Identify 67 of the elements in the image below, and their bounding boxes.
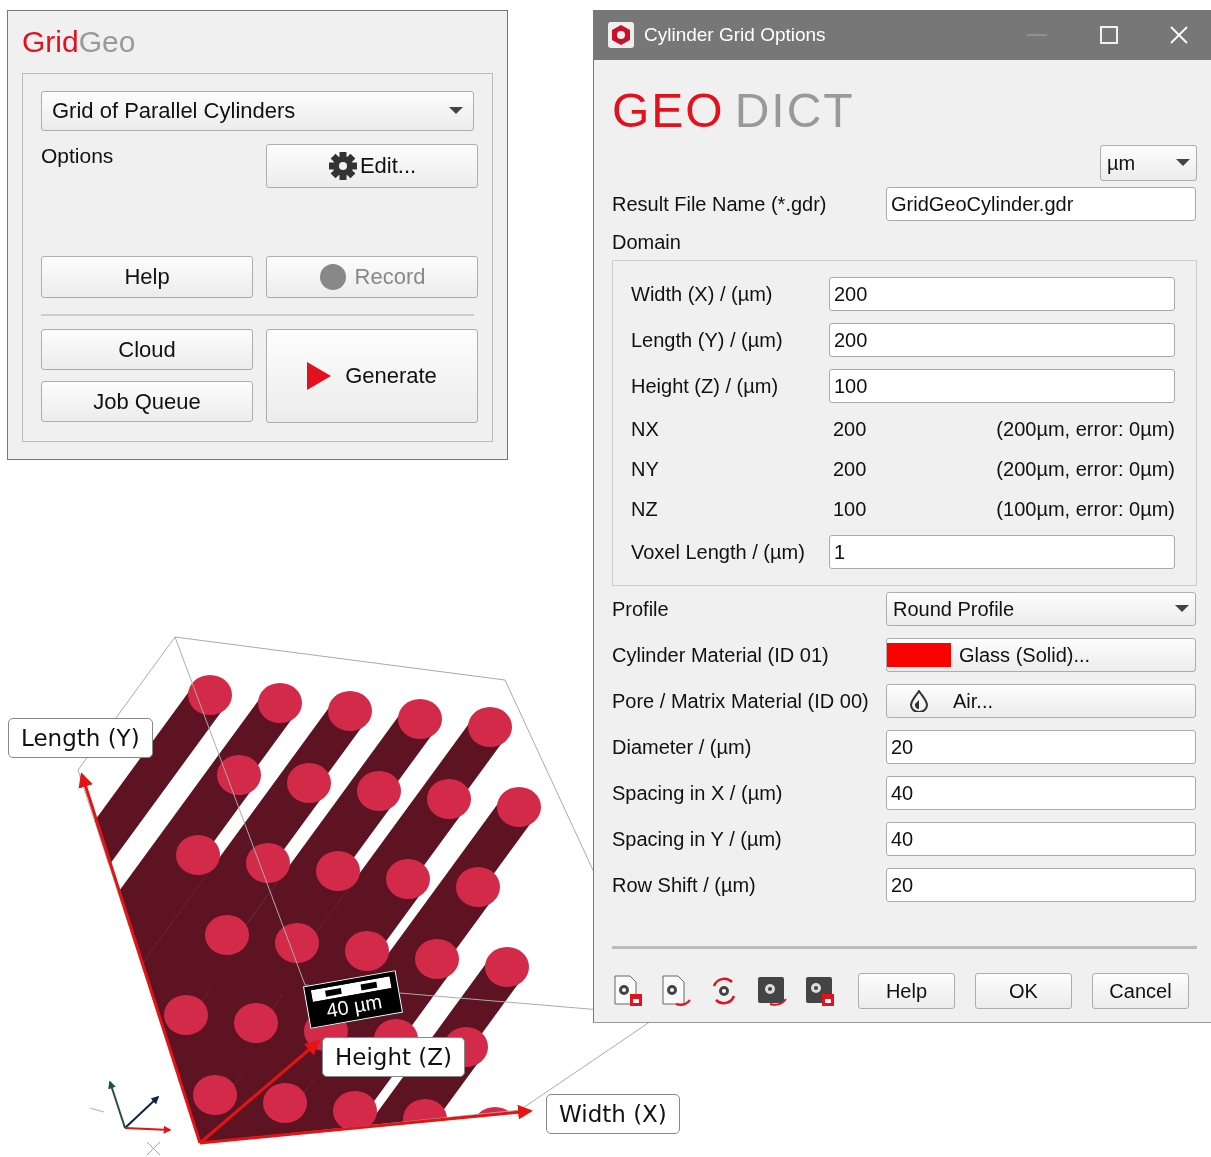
field-label: Diameter / (µm): [612, 735, 753, 759]
readout-value: 200: [832, 417, 868, 441]
maximize-icon[interactable]: [1099, 25, 1119, 45]
input-field[interactable]: 200: [829, 277, 1175, 311]
panel-button[interactable]: Help: [41, 256, 253, 298]
gear-panel-badge-icon[interactable]: [804, 974, 836, 1008]
material-button[interactable]: Air...: [886, 684, 1196, 718]
droplet-icon: [909, 690, 929, 712]
axis-triad-icon: [89, 1080, 172, 1156]
field-label: Width (X) / (µm): [631, 282, 774, 306]
input-field[interactable]: GridGeoCylinder.gdr: [886, 187, 1196, 221]
dialog-button[interactable]: Help: [858, 973, 955, 1009]
generate-button[interactable]: Generate: [266, 329, 478, 423]
input-field[interactable]: 100: [829, 369, 1175, 403]
play-icon: [307, 362, 332, 390]
queue-button[interactable]: Cloud: [41, 329, 253, 370]
field-label: Length (Y) / (µm): [631, 328, 784, 352]
field-label: NY: [631, 457, 660, 481]
type-dropdown[interactable]: Grid of Parallel Cylinders: [41, 91, 474, 131]
input-field[interactable]: 40: [886, 776, 1196, 810]
caret-icon: [449, 107, 463, 115]
field-label: Voxel Length / (µm): [631, 540, 806, 564]
field-label: Spacing in Y / (µm): [612, 827, 783, 851]
field-label: Height (Z) / (µm): [631, 374, 780, 398]
readout-note: (200µm, error: 0µm): [995, 417, 1175, 441]
gear-panel-arrow-icon[interactable]: [756, 974, 788, 1008]
gear-icon: [327, 151, 358, 181]
queue-button[interactable]: Job Queue: [41, 381, 253, 422]
app-icon: [608, 22, 634, 48]
axis-label: Length (Y): [8, 718, 153, 758]
material-button[interactable]: Glass (Solid)...: [886, 638, 1196, 672]
scale-label: 40 µm: [324, 990, 384, 1023]
field-label: NX: [631, 417, 660, 441]
caret-icon: [1175, 605, 1189, 613]
gear-document-badge-icon[interactable]: [612, 974, 644, 1008]
record-icon: [318, 263, 347, 291]
input-field[interactable]: 20: [886, 868, 1196, 902]
edit-button[interactable]: Edit...: [266, 144, 478, 188]
axis-label: Height (Z): [322, 1037, 466, 1077]
readout-value: 200: [832, 457, 868, 481]
dialog-button[interactable]: OK: [975, 973, 1072, 1009]
close-icon[interactable]: [1169, 25, 1189, 45]
field-label: Profile: [612, 597, 670, 621]
readout-note: (200µm, error: 0µm): [995, 457, 1175, 481]
input-field[interactable]: 40: [886, 822, 1196, 856]
readout-note: (100µm, error: 0µm): [995, 497, 1175, 521]
field-label: Cylinder Material (ID 01): [612, 643, 830, 667]
field-label: Spacing in X / (µm): [612, 781, 784, 805]
unit-dropdown[interactable]: µm: [1100, 145, 1197, 181]
input-field[interactable]: 20: [886, 730, 1196, 764]
window-title: Cylinder Grid Options: [644, 24, 827, 46]
field-label: NZ: [631, 497, 659, 521]
input-field[interactable]: 200: [829, 323, 1175, 357]
input-field[interactable]: 1: [829, 535, 1175, 569]
panel-title: GridGeo: [22, 25, 137, 60]
logo: GEO DICT: [612, 83, 856, 139]
profile-dropdown[interactable]: Round Profile: [886, 592, 1196, 626]
axis-label: Width (X): [546, 1094, 680, 1134]
dialog-button[interactable]: Cancel: [1092, 973, 1189, 1009]
options-label: Options: [41, 144, 115, 169]
field-label: Row Shift / (µm): [612, 873, 757, 897]
gear-document-arrow-icon[interactable]: [660, 974, 692, 1008]
field-label: Pore / Matrix Material (ID 00): [612, 689, 870, 713]
section-label: Domain: [612, 231, 682, 254]
caret-icon: [1176, 159, 1190, 167]
readout-value: 100: [832, 497, 868, 521]
field-label: Result File Name (*.gdr): [612, 192, 828, 216]
